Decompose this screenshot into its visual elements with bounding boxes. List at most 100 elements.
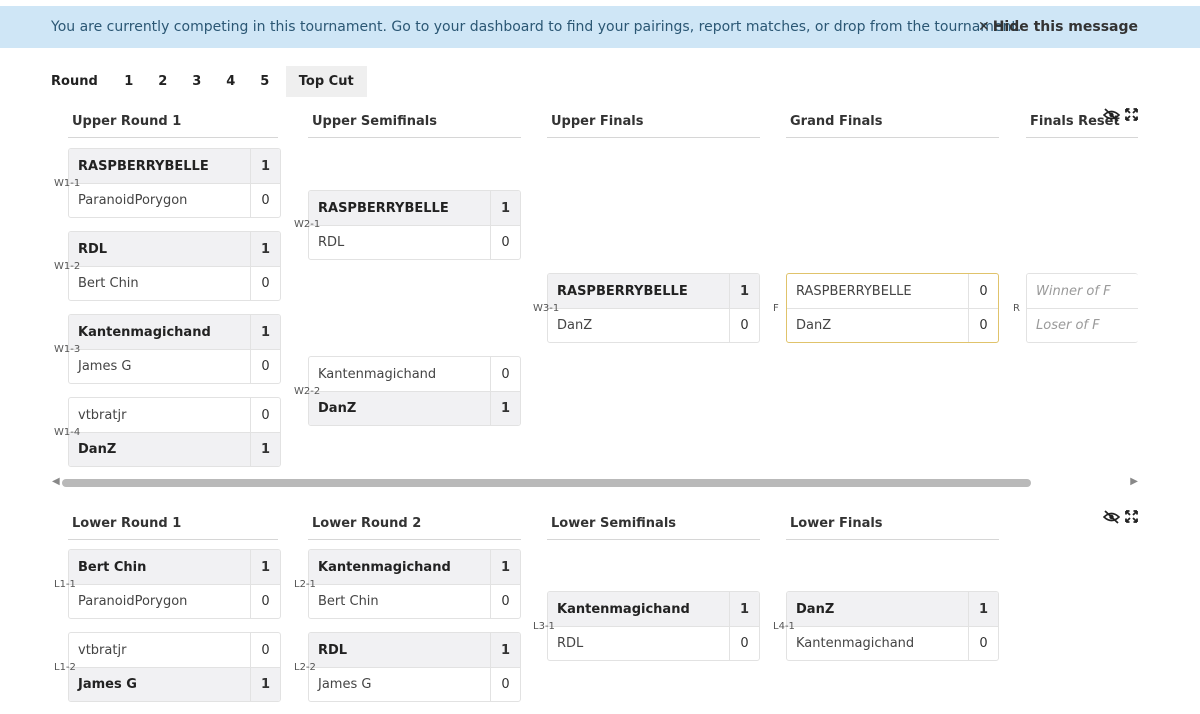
player-name: DanZ (318, 401, 357, 416)
match-l2-2[interactable]: RDL 1 James G 0 (308, 632, 521, 702)
player-score: 1 (250, 668, 280, 701)
tab-top-cut[interactable]: Top Cut (285, 65, 367, 97)
player-score: 0 (250, 267, 280, 300)
match-w1-3[interactable]: Kantenmagichand 1 James G 0 (68, 314, 281, 384)
player-name: vtbratjr (78, 642, 127, 658)
hide-message-button[interactable]: ✕ Hide this message (978, 19, 1138, 35)
header-lower-semifinals: Lower Semifinals (547, 516, 760, 540)
player-score: 1 (490, 550, 520, 584)
player-score: 0 (490, 357, 520, 391)
header-grand-finals: Grand Finals (786, 114, 999, 138)
match-l1-2[interactable]: vtbratjr 0 James G 1 (68, 632, 281, 702)
match-l3-1[interactable]: Kantenmagichand 1 RDL 0 (547, 591, 760, 661)
player-name: DanZ (557, 318, 593, 333)
player-name: Kantenmagichand (796, 636, 915, 651)
player-name: RDL (78, 241, 108, 257)
expand-icon[interactable] (1125, 108, 1138, 126)
upper-bracket-tools (1102, 108, 1138, 126)
player-name: ParanoidPorygon (78, 594, 188, 609)
player-placeholder: Loser of F (1036, 318, 1100, 333)
lower-bracket-tools (1102, 510, 1138, 528)
match-label: L2-2 (294, 662, 316, 673)
player-name: ParanoidPorygon (78, 193, 188, 208)
header-upper-semifinals: Upper Semifinals (308, 114, 521, 138)
player-name: Kantenmagichand (318, 366, 437, 382)
player-score: 1 (490, 191, 520, 225)
tournament-banner: You are currently competing in this tour… (0, 6, 1200, 48)
player-name: vtbratjr (78, 407, 127, 423)
match-grand-final[interactable]: RASPBERRYBELLE 0 DanZ 0 (786, 273, 999, 343)
match-finals-reset[interactable]: Winner of F Loser of F (1026, 273, 1138, 343)
eye-slash-icon[interactable] (1102, 108, 1121, 126)
round-label: Round (51, 73, 98, 89)
match-l1-1[interactable]: Bert Chin 1 ParanoidPorygon 0 (68, 549, 281, 619)
player-score: 0 (968, 309, 998, 342)
header-upper-finals: Upper Finals (547, 114, 760, 138)
player-score: 1 (968, 592, 998, 626)
player-name: RDL (318, 642, 348, 658)
expand-icon[interactable] (1125, 510, 1138, 528)
player-score: 1 (250, 550, 280, 584)
player-placeholder: Winner of F (1036, 283, 1111, 299)
player-score: 0 (250, 585, 280, 618)
hide-message-label: Hide this message (992, 19, 1138, 35)
player-score: 1 (729, 592, 759, 626)
match-l2-1[interactable]: Kantenmagichand 1 Bert Chin 0 (308, 549, 521, 619)
match-w1-4[interactable]: vtbratjr 0 DanZ 1 (68, 397, 281, 467)
player-score: 1 (250, 232, 280, 266)
player-name: DanZ (796, 601, 835, 617)
match-label: W1-4 (54, 427, 81, 438)
player-name: James G (318, 677, 372, 692)
player-score: 0 (729, 627, 759, 660)
player-name: DanZ (796, 318, 832, 333)
match-w2-1[interactable]: RASPBERRYBELLE 1 RDL 0 (308, 190, 521, 260)
player-score: 0 (729, 309, 759, 342)
player-score: 0 (250, 184, 280, 217)
player-name: DanZ (78, 442, 117, 457)
player-name: Bert Chin (78, 276, 139, 291)
match-label: R (1013, 303, 1020, 314)
match-w1-1[interactable]: RASPBERRYBELLE 1 ParanoidPorygon 0 (68, 148, 281, 218)
player-score: 1 (490, 392, 520, 425)
round-tab-3[interactable]: 3 (180, 74, 214, 89)
round-tab-1[interactable]: 1 (112, 74, 146, 89)
arrow-left-icon[interactable]: ◀ (52, 476, 60, 487)
arrow-right-icon[interactable]: ▶ (1130, 476, 1138, 487)
match-w3-1[interactable]: RASPBERRYBELLE 1 DanZ 0 (547, 273, 760, 343)
match-l4-1[interactable]: DanZ 1 Kantenmagichand 0 (786, 591, 999, 661)
close-icon: ✕ (977, 19, 990, 35)
player-name: RDL (318, 235, 345, 250)
match-label: L3-1 (533, 621, 555, 632)
player-name: RASPBERRYBELLE (557, 283, 688, 299)
match-w2-2[interactable]: Kantenmagichand 0 DanZ 1 (308, 356, 521, 426)
player-name: Kantenmagichand (557, 601, 690, 617)
player-name: Kantenmagichand (78, 324, 211, 340)
header-lower-round-2: Lower Round 2 (308, 516, 521, 540)
round-tab-4[interactable]: 4 (214, 74, 248, 89)
scroll-thumb[interactable] (62, 479, 1031, 487)
player-name: RDL (557, 636, 584, 651)
bracket-scrollbar[interactable]: ◀ ▶ (52, 476, 1138, 490)
match-label: W1-3 (54, 344, 81, 355)
round-tab-2[interactable]: 2 (146, 74, 180, 89)
banner-message: You are currently competing in this tour… (51, 19, 1022, 35)
player-score: 1 (250, 149, 280, 183)
match-label: L4-1 (773, 621, 795, 632)
header-lower-finals: Lower Finals (786, 516, 999, 540)
eye-slash-icon[interactable] (1102, 510, 1121, 528)
round-tab-5[interactable]: 5 (248, 74, 282, 89)
player-score: 0 (490, 585, 520, 618)
player-name: Bert Chin (78, 559, 147, 575)
match-label: L1-1 (54, 579, 76, 590)
match-label: L2-1 (294, 579, 316, 590)
match-label: W1-2 (54, 261, 81, 272)
player-name: RASPBERRYBELLE (796, 283, 912, 299)
player-score: 0 (490, 668, 520, 701)
match-label: W2-1 (294, 219, 321, 230)
player-name: RASPBERRYBELLE (78, 158, 209, 174)
match-label: W1-1 (54, 178, 81, 189)
match-w1-2[interactable]: RDL 1 Bert Chin 0 (68, 231, 281, 301)
player-score: 0 (968, 274, 998, 308)
player-score: 1 (250, 433, 280, 466)
player-score: 1 (250, 315, 280, 349)
